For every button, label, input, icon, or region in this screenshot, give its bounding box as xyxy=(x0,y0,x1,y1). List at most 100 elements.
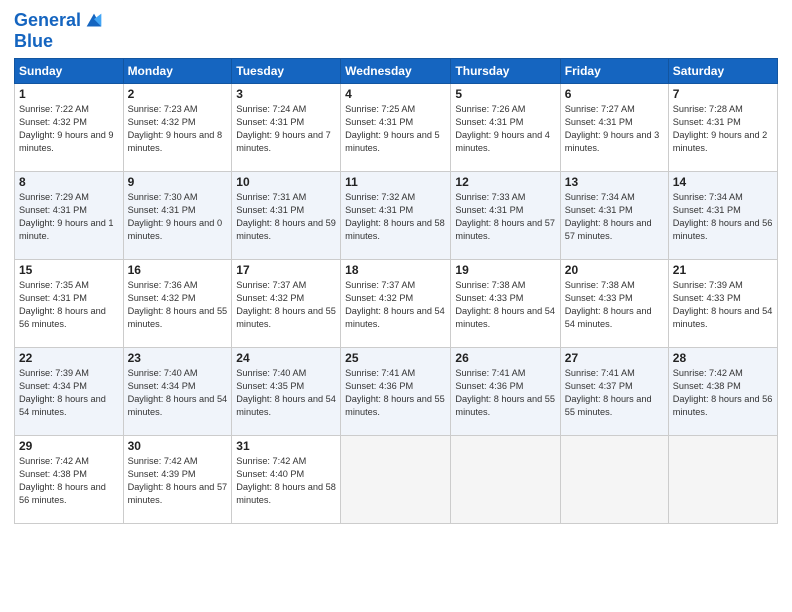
day-info: Sunrise: 7:39 AM Sunset: 4:33 PM Dayligh… xyxy=(673,279,773,331)
calendar-cell: 8 Sunrise: 7:29 AM Sunset: 4:31 PM Dayli… xyxy=(15,172,124,260)
calendar-cell: 24 Sunrise: 7:40 AM Sunset: 4:35 PM Dayl… xyxy=(232,348,341,436)
day-number: 18 xyxy=(345,263,446,277)
day-info: Sunrise: 7:42 AM Sunset: 4:40 PM Dayligh… xyxy=(236,455,336,507)
day-info: Sunrise: 7:41 AM Sunset: 4:37 PM Dayligh… xyxy=(565,367,664,419)
calendar-week-4: 22 Sunrise: 7:39 AM Sunset: 4:34 PM Dayl… xyxy=(15,348,778,436)
day-info: Sunrise: 7:37 AM Sunset: 4:32 PM Dayligh… xyxy=(345,279,446,331)
logo-general: General xyxy=(14,10,81,30)
calendar-cell: 31 Sunrise: 7:42 AM Sunset: 4:40 PM Dayl… xyxy=(232,436,341,524)
calendar-header-friday: Friday xyxy=(560,59,668,84)
calendar-week-2: 8 Sunrise: 7:29 AM Sunset: 4:31 PM Dayli… xyxy=(15,172,778,260)
calendar-header-thursday: Thursday xyxy=(451,59,560,84)
calendar-cell: 29 Sunrise: 7:42 AM Sunset: 4:38 PM Dayl… xyxy=(15,436,124,524)
calendar-header-sunday: Sunday xyxy=(15,59,124,84)
day-info: Sunrise: 7:40 AM Sunset: 4:35 PM Dayligh… xyxy=(236,367,336,419)
day-info: Sunrise: 7:39 AM Sunset: 4:34 PM Dayligh… xyxy=(19,367,119,419)
logo: General Blue xyxy=(14,10,105,52)
day-number: 16 xyxy=(128,263,228,277)
calendar-cell: 15 Sunrise: 7:35 AM Sunset: 4:31 PM Dayl… xyxy=(15,260,124,348)
calendar-cell: 6 Sunrise: 7:27 AM Sunset: 4:31 PM Dayli… xyxy=(560,84,668,172)
day-number: 17 xyxy=(236,263,336,277)
calendar-cell: 25 Sunrise: 7:41 AM Sunset: 4:36 PM Dayl… xyxy=(341,348,451,436)
day-info: Sunrise: 7:25 AM Sunset: 4:31 PM Dayligh… xyxy=(345,103,446,155)
calendar-cell xyxy=(668,436,777,524)
day-number: 14 xyxy=(673,175,773,189)
day-number: 6 xyxy=(565,87,664,101)
day-info: Sunrise: 7:30 AM Sunset: 4:31 PM Dayligh… xyxy=(128,191,228,243)
calendar-cell: 5 Sunrise: 7:26 AM Sunset: 4:31 PM Dayli… xyxy=(451,84,560,172)
day-info: Sunrise: 7:42 AM Sunset: 4:38 PM Dayligh… xyxy=(673,367,773,419)
calendar-cell: 13 Sunrise: 7:34 AM Sunset: 4:31 PM Dayl… xyxy=(560,172,668,260)
day-info: Sunrise: 7:42 AM Sunset: 4:39 PM Dayligh… xyxy=(128,455,228,507)
day-number: 21 xyxy=(673,263,773,277)
day-number: 13 xyxy=(565,175,664,189)
day-info: Sunrise: 7:23 AM Sunset: 4:32 PM Dayligh… xyxy=(128,103,228,155)
day-info: Sunrise: 7:37 AM Sunset: 4:32 PM Dayligh… xyxy=(236,279,336,331)
day-info: Sunrise: 7:33 AM Sunset: 4:31 PM Dayligh… xyxy=(455,191,555,243)
day-number: 19 xyxy=(455,263,555,277)
calendar-cell: 18 Sunrise: 7:37 AM Sunset: 4:32 PM Dayl… xyxy=(341,260,451,348)
calendar-header-row: SundayMondayTuesdayWednesdayThursdayFrid… xyxy=(15,59,778,84)
day-number: 28 xyxy=(673,351,773,365)
calendar-cell: 10 Sunrise: 7:31 AM Sunset: 4:31 PM Dayl… xyxy=(232,172,341,260)
day-number: 24 xyxy=(236,351,336,365)
day-number: 27 xyxy=(565,351,664,365)
calendar-cell: 14 Sunrise: 7:34 AM Sunset: 4:31 PM Dayl… xyxy=(668,172,777,260)
day-number: 9 xyxy=(128,175,228,189)
day-number: 30 xyxy=(128,439,228,453)
day-number: 26 xyxy=(455,351,555,365)
calendar-cell: 2 Sunrise: 7:23 AM Sunset: 4:32 PM Dayli… xyxy=(123,84,232,172)
calendar-cell: 7 Sunrise: 7:28 AM Sunset: 4:31 PM Dayli… xyxy=(668,84,777,172)
day-info: Sunrise: 7:38 AM Sunset: 4:33 PM Dayligh… xyxy=(565,279,664,331)
day-number: 22 xyxy=(19,351,119,365)
header: General Blue xyxy=(14,10,778,52)
day-info: Sunrise: 7:27 AM Sunset: 4:31 PM Dayligh… xyxy=(565,103,664,155)
calendar-week-1: 1 Sunrise: 7:22 AM Sunset: 4:32 PM Dayli… xyxy=(15,84,778,172)
page: General Blue SundayMondayTuesdayWednesda… xyxy=(0,0,792,612)
logo-text: General xyxy=(14,11,81,31)
day-info: Sunrise: 7:38 AM Sunset: 4:33 PM Dayligh… xyxy=(455,279,555,331)
calendar-cell: 30 Sunrise: 7:42 AM Sunset: 4:39 PM Dayl… xyxy=(123,436,232,524)
day-info: Sunrise: 7:31 AM Sunset: 4:31 PM Dayligh… xyxy=(236,191,336,243)
day-number: 23 xyxy=(128,351,228,365)
day-number: 2 xyxy=(128,87,228,101)
calendar-header-saturday: Saturday xyxy=(668,59,777,84)
day-info: Sunrise: 7:36 AM Sunset: 4:32 PM Dayligh… xyxy=(128,279,228,331)
calendar-cell: 1 Sunrise: 7:22 AM Sunset: 4:32 PM Dayli… xyxy=(15,84,124,172)
day-info: Sunrise: 7:22 AM Sunset: 4:32 PM Dayligh… xyxy=(19,103,119,155)
day-number: 12 xyxy=(455,175,555,189)
day-info: Sunrise: 7:34 AM Sunset: 4:31 PM Dayligh… xyxy=(673,191,773,243)
calendar-cell: 11 Sunrise: 7:32 AM Sunset: 4:31 PM Dayl… xyxy=(341,172,451,260)
day-number: 5 xyxy=(455,87,555,101)
day-number: 29 xyxy=(19,439,119,453)
calendar-cell: 12 Sunrise: 7:33 AM Sunset: 4:31 PM Dayl… xyxy=(451,172,560,260)
calendar-header-wednesday: Wednesday xyxy=(341,59,451,84)
calendar-cell xyxy=(451,436,560,524)
day-number: 20 xyxy=(565,263,664,277)
day-info: Sunrise: 7:28 AM Sunset: 4:31 PM Dayligh… xyxy=(673,103,773,155)
logo-blue: Blue xyxy=(14,31,53,51)
day-number: 31 xyxy=(236,439,336,453)
day-info: Sunrise: 7:35 AM Sunset: 4:31 PM Dayligh… xyxy=(19,279,119,331)
calendar: SundayMondayTuesdayWednesdayThursdayFrid… xyxy=(14,58,778,524)
calendar-header-monday: Monday xyxy=(123,59,232,84)
day-info: Sunrise: 7:26 AM Sunset: 4:31 PM Dayligh… xyxy=(455,103,555,155)
calendar-cell: 19 Sunrise: 7:38 AM Sunset: 4:33 PM Dayl… xyxy=(451,260,560,348)
day-number: 10 xyxy=(236,175,336,189)
calendar-cell: 21 Sunrise: 7:39 AM Sunset: 4:33 PM Dayl… xyxy=(668,260,777,348)
calendar-cell: 28 Sunrise: 7:42 AM Sunset: 4:38 PM Dayl… xyxy=(668,348,777,436)
calendar-cell: 26 Sunrise: 7:41 AM Sunset: 4:36 PM Dayl… xyxy=(451,348,560,436)
day-info: Sunrise: 7:41 AM Sunset: 4:36 PM Dayligh… xyxy=(455,367,555,419)
calendar-cell: 22 Sunrise: 7:39 AM Sunset: 4:34 PM Dayl… xyxy=(15,348,124,436)
day-info: Sunrise: 7:24 AM Sunset: 4:31 PM Dayligh… xyxy=(236,103,336,155)
day-info: Sunrise: 7:32 AM Sunset: 4:31 PM Dayligh… xyxy=(345,191,446,243)
logo-icon xyxy=(83,10,105,32)
calendar-cell: 17 Sunrise: 7:37 AM Sunset: 4:32 PM Dayl… xyxy=(232,260,341,348)
calendar-cell: 27 Sunrise: 7:41 AM Sunset: 4:37 PM Dayl… xyxy=(560,348,668,436)
day-number: 11 xyxy=(345,175,446,189)
calendar-header-tuesday: Tuesday xyxy=(232,59,341,84)
calendar-cell: 3 Sunrise: 7:24 AM Sunset: 4:31 PM Dayli… xyxy=(232,84,341,172)
day-info: Sunrise: 7:41 AM Sunset: 4:36 PM Dayligh… xyxy=(345,367,446,419)
day-number: 15 xyxy=(19,263,119,277)
day-info: Sunrise: 7:29 AM Sunset: 4:31 PM Dayligh… xyxy=(19,191,119,243)
